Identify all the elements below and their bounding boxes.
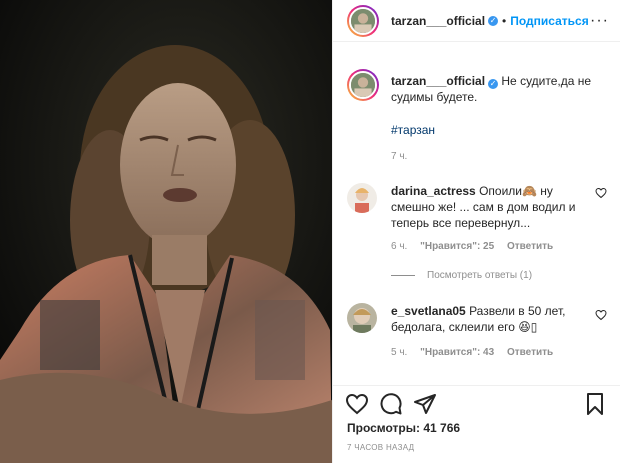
reply-button[interactable]: Ответить <box>507 241 553 252</box>
comment-icon[interactable] <box>379 392 403 416</box>
comment-meta: 6 ч. "Нравится": 25 Ответить <box>391 241 563 252</box>
hashtag-link[interactable]: #тарзан <box>391 123 435 137</box>
post-modal: tarzan___official ✓ • Подписаться ··· ta… <box>0 0 620 463</box>
views-count: Просмотры: 41 766 <box>347 421 460 435</box>
view-replies-label: Посмотреть ответы (1) <box>427 270 533 281</box>
comment-item: darina_actress Опоили🙈 ну смешно же! ...… <box>347 183 607 231</box>
comment-item: e_svetlana05 Развели в 50 лет, бедолага,… <box>347 303 607 335</box>
bookmark-icon[interactable] <box>583 392 607 416</box>
commenter-avatar[interactable] <box>347 303 377 333</box>
author-username[interactable]: tarzan___official <box>391 14 485 28</box>
comment-heart-icon[interactable] <box>595 309 607 321</box>
view-replies-button[interactable]: Посмотреть ответы (1) <box>391 270 532 281</box>
replies-line <box>391 275 415 276</box>
post-time[interactable]: 7 часов назад <box>347 443 414 452</box>
reply-button[interactable]: Ответить <box>507 347 553 358</box>
views-number: 41 766 <box>423 421 461 435</box>
caption-avatar[interactable] <box>347 69 379 101</box>
comment-time: 6 ч. <box>391 241 408 252</box>
more-icon[interactable]: ··· <box>590 12 609 30</box>
comment-username[interactable]: darina_actress <box>391 184 476 198</box>
comments-area[interactable]: tarzan___official ✓ Не судите,да не судим… <box>333 43 620 385</box>
separator-dot: • <box>502 13 507 28</box>
post-sidebar: tarzan___official ✓ • Подписаться ··· ta… <box>332 0 620 463</box>
caption-time: 7 ч. <box>391 151 408 162</box>
action-bar <box>333 385 620 421</box>
verified-icon: ✓ <box>488 15 499 26</box>
comment-text-block: e_svetlana05 Развели в 50 лет, бедолага,… <box>391 303 587 335</box>
comment-heart-icon[interactable] <box>595 187 607 199</box>
verified-icon: ✓ <box>488 79 499 89</box>
comment-text-block: darina_actress Опоили🙈 ну смешно же! ...… <box>391 183 587 231</box>
post-header: tarzan___official ✓ • Подписаться ··· <box>333 0 620 42</box>
comment-username[interactable]: e_svetlana05 <box>391 304 466 318</box>
caption-username[interactable]: tarzan___official <box>391 74 485 88</box>
commenter-avatar[interactable] <box>347 183 377 213</box>
caption-text-block: tarzan___official ✓ Не судите,да не судим… <box>391 69 601 105</box>
comment-time: 5 ч. <box>391 347 408 358</box>
comment-meta: 5 ч. "Нравится": 43 Ответить <box>391 347 563 358</box>
heart-icon[interactable] <box>345 392 369 416</box>
comment-likes[interactable]: "Нравится": 25 <box>420 241 494 252</box>
video-frame[interactable] <box>0 0 332 463</box>
caption: tarzan___official ✓ Не судите,да не судим… <box>347 69 607 105</box>
share-icon[interactable] <box>413 392 437 416</box>
comment-likes[interactable]: "Нравится": 43 <box>420 347 494 358</box>
video-player[interactable] <box>0 0 332 463</box>
views-label: Просмотры: <box>347 421 421 435</box>
follow-button[interactable]: Подписаться <box>510 14 588 28</box>
author-avatar[interactable] <box>347 4 379 37</box>
